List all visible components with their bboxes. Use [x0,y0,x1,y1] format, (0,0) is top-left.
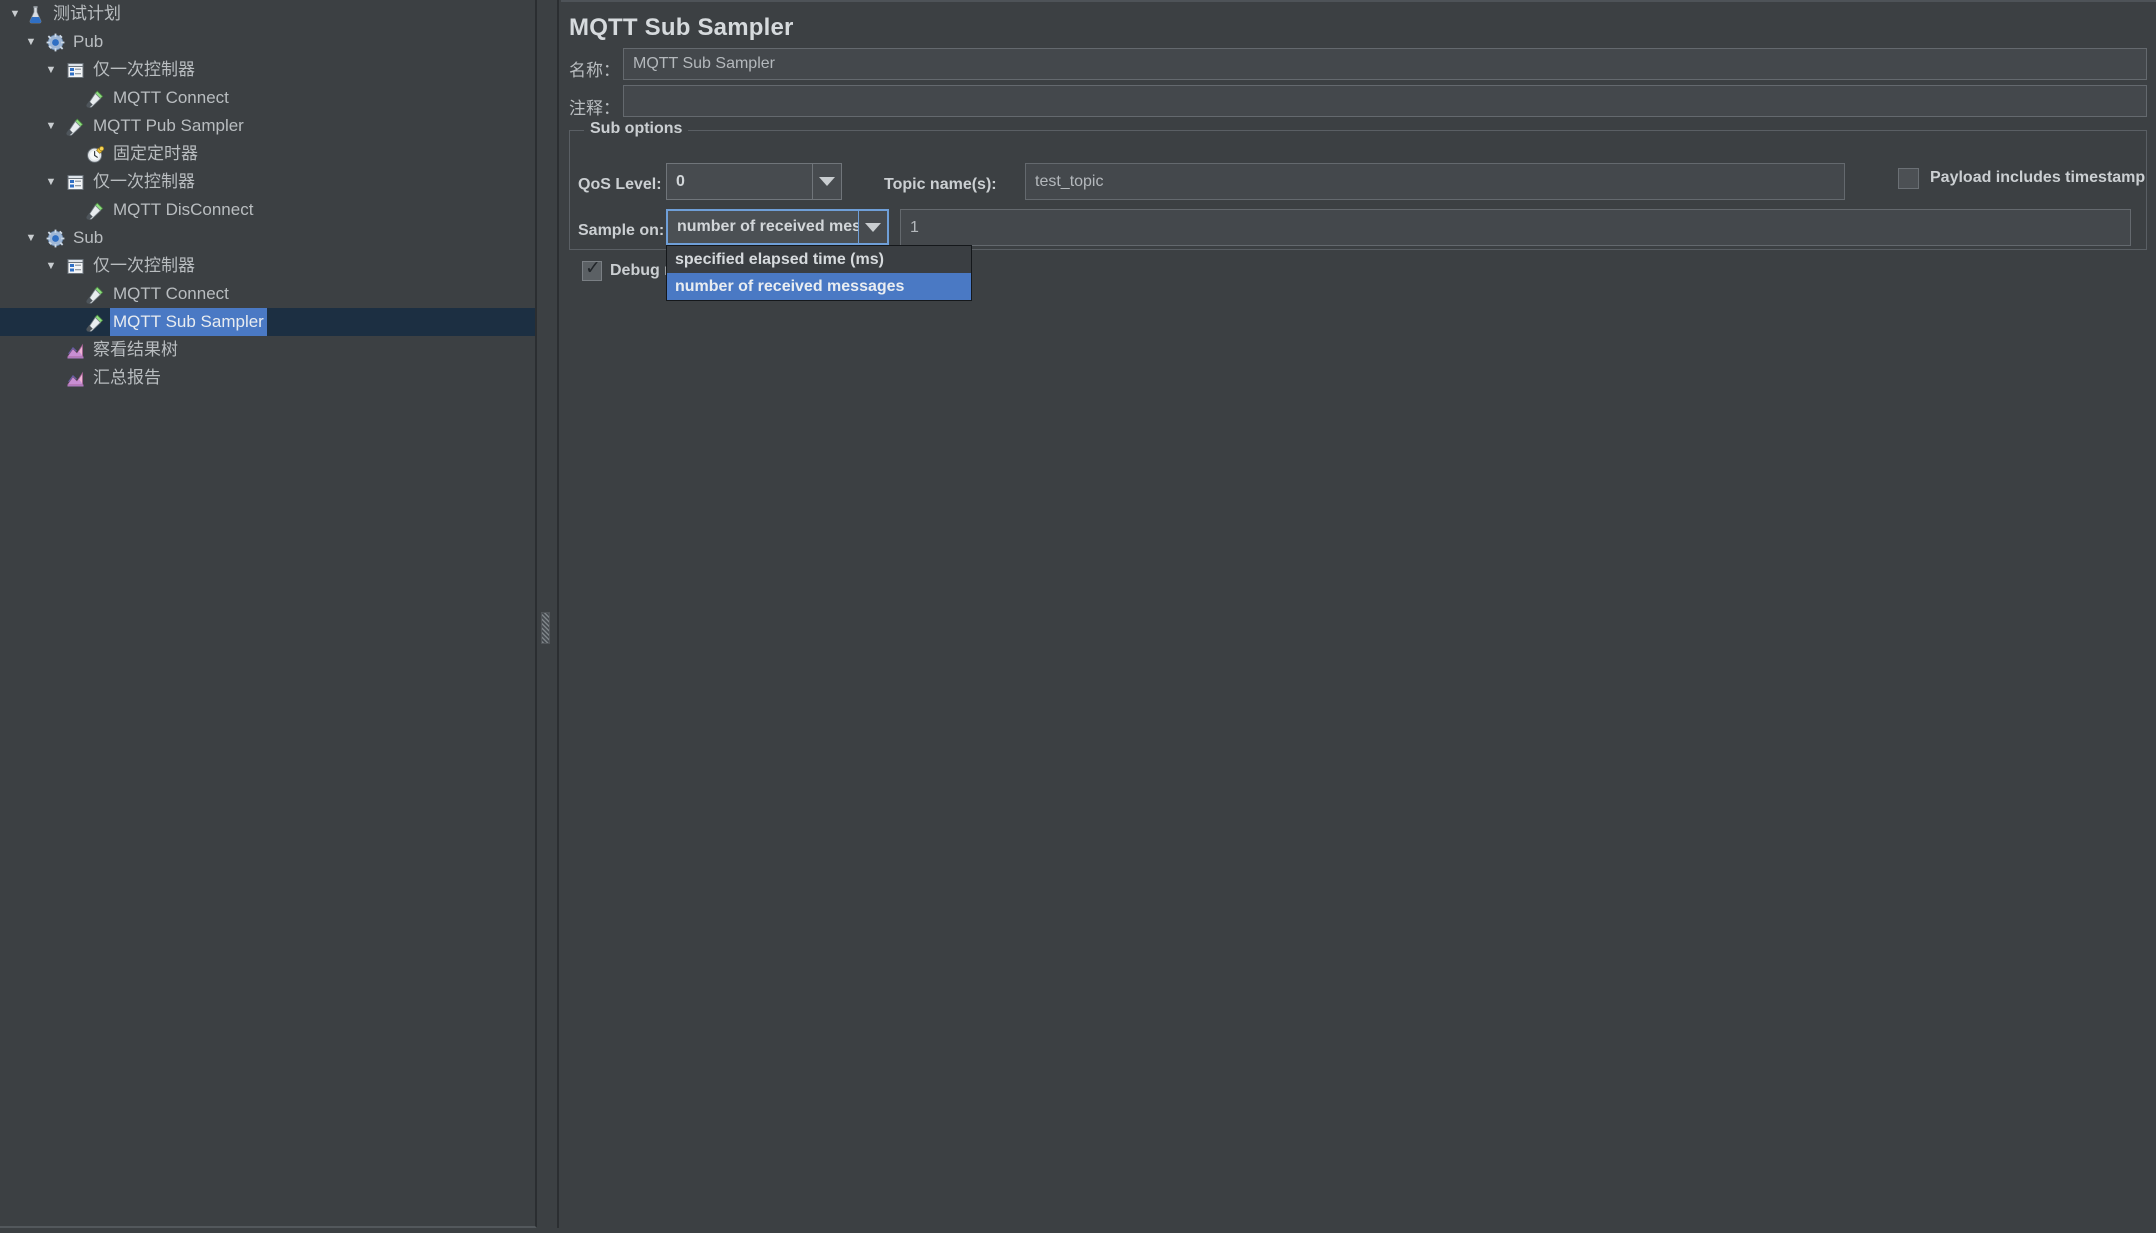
tree-item-2[interactable]: ▼ 仅一次控制器 [0,56,535,84]
sampler-icon [86,285,105,304]
tree-item-label: 仅一次控制器 [93,60,195,79]
debug-response-checkbox[interactable]: ✓ [582,258,602,281]
sampler-icon [86,89,105,108]
name-input[interactable]: MQTT Sub Sampler [623,48,2147,80]
tree-item-label: MQTT Connect [113,284,229,303]
tree-item-label: Sub [73,228,104,247]
tree-item-11[interactable]: MQTT Sub Sampler [0,308,535,336]
once-only-controller-icon [66,257,85,276]
sub-options-group: Sub options QoS Level: 0 Topic name(s): … [569,120,2147,301]
sample-on-label: Sample on: [578,222,665,239]
sub-options-group-title: Sub options [584,120,689,138]
qos-level-value: 0 [676,172,685,190]
chevron-down-icon[interactable] [812,164,841,199]
thread-group-icon [46,33,65,52]
sampler-icon [86,313,105,332]
tree-item-label: MQTT Connect [113,88,229,107]
tree-item-label: Pub [73,32,104,51]
splitter-grip-icon[interactable] [541,612,550,644]
comment-input[interactable] [623,85,2147,117]
tree-expand-toggle-icon[interactable]: ▼ [42,56,60,84]
tree-item-label: 仅一次控制器 [93,172,195,191]
tree-item-3[interactable]: MQTT Connect [0,84,535,112]
tree-item-label: 察看结果树 [93,340,178,359]
topic-names-input[interactable]: test_topic [1025,163,1845,200]
qos-level-select[interactable]: 0 [666,163,842,200]
thread-group-icon [46,229,65,248]
payload-includes-timestamp-label: Payload includes timestamp [1930,169,2146,186]
tree-item-label: MQTT DisConnect [113,200,254,219]
once-only-controller-icon [66,61,85,80]
tree-item-6[interactable]: ▼ 仅一次控制器 [0,168,535,196]
timer-icon [86,145,105,164]
sample-on-dropdown-popup[interactable]: specified elapsed time (ms) number of rec… [666,245,972,301]
tree-item-label: 固定定时器 [113,144,198,163]
tree-expand-toggle-icon[interactable]: ▼ [42,112,60,140]
sample-on-option-1[interactable]: number of received messages [667,273,971,300]
test-plan-tree-panel[interactable]: ▼ 测试计划 ▼ Pub ▼ 仅一次控制器 MQTT Connect ▼ MQTT Pub Sa… [0,0,537,1228]
tree-expand-toggle-icon[interactable]: ▼ [6,0,24,28]
tree-item-7[interactable]: MQTT DisConnect [0,196,535,224]
tree-item-12[interactable]: 察看结果树 [0,336,535,364]
once-only-controller-icon [66,173,85,192]
tree-item-0[interactable]: ▼ 测试计划 [0,0,535,28]
sampler-icon [86,201,105,220]
name-label: 名称： [569,61,620,80]
test-plan-icon [26,5,45,24]
tree-item-label: MQTT Pub Sampler [93,116,244,135]
sample-on-select[interactable]: number of received messages [666,209,889,245]
comment-label: 注释： [569,99,620,118]
topic-names-label: Topic name(s): [884,176,997,193]
tree-item-13[interactable]: 汇总报告 [0,364,535,392]
tree-item-1[interactable]: ▼ Pub [0,28,535,56]
tree-main-splitter[interactable] [537,0,559,1228]
tree-item-5[interactable]: 固定定时器 [0,140,535,168]
chevron-down-icon[interactable] [858,211,887,243]
tree-item-8[interactable]: ▼ Sub [0,224,535,252]
tree-expand-toggle-icon[interactable]: ▼ [42,168,60,196]
sample-on-option-0[interactable]: specified elapsed time (ms) [667,246,971,273]
payload-includes-timestamp-checkbox[interactable] [1898,168,1919,189]
page-title: MQTT Sub Sampler [569,14,794,41]
tree-item-9[interactable]: ▼ 仅一次控制器 [0,252,535,280]
tree-expand-toggle-icon[interactable]: ▼ [42,252,60,280]
sampler-config-panel: MQTT Sub Sampler 名称： MQTT Sub Sampler 注释… [561,0,2156,1233]
jmeter-window: ▼ 测试计划 ▼ Pub ▼ 仅一次控制器 MQTT Connect ▼ MQTT Pub Sa… [0,0,2156,1233]
tree-rows: ▼ 测试计划 ▼ Pub ▼ 仅一次控制器 MQTT Connect ▼ MQTT Pub Sa… [0,0,535,392]
listener-icon [66,341,85,360]
sample-on-value: number of received messages [677,218,858,235]
tree-expand-toggle-icon[interactable]: ▼ [22,224,40,252]
tree-item-label: MQTT Sub Sampler [110,308,267,336]
tree-item-4[interactable]: ▼ MQTT Pub Sampler [0,112,535,140]
listener-icon [66,369,85,388]
tree-item-label: 测试计划 [53,4,121,23]
tree-expand-toggle-icon[interactable]: ▼ [22,28,40,56]
tree-item-label: 仅一次控制器 [93,256,195,275]
check-icon: ✓ [585,258,601,279]
tree-item-label: 汇总报告 [93,368,161,387]
qos-level-label: QoS Level: [578,176,662,193]
sample-on-amount-input[interactable]: 1 [900,209,2131,246]
tree-item-10[interactable]: MQTT Connect [0,280,535,308]
sampler-icon [66,117,85,136]
